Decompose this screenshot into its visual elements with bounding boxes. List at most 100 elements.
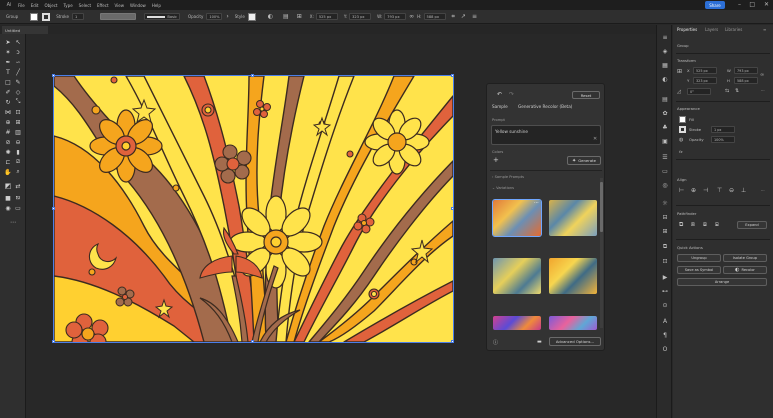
generate-button[interactable]: ✦ Generate [567,156,601,165]
ungroup-button[interactable]: Ungroup [677,254,721,262]
selection-handle-ml[interactable] [52,207,55,210]
blend-tool-icon[interactable]: ⊖ [14,138,22,146]
document-tab[interactable]: Untitled [2,26,48,34]
align-panel-icon[interactable]: ⊟ [661,213,669,221]
properties-icon[interactable]: ≡ [661,33,669,41]
chevron-right-icon[interactable]: › [226,13,228,20]
variable-width-select[interactable] [99,13,136,20]
fill-swatch[interactable] [30,12,39,21]
selection-handle-mr[interactable] [451,207,454,210]
character-icon[interactable]: A [661,317,669,325]
maximize-icon[interactable]: □ [749,1,755,8]
shape-builder-icon[interactable]: ⊕ [4,118,12,126]
screen-mode-icon[interactable]: ▭ [14,204,22,212]
variation-thumbnail[interactable] [493,258,541,294]
opacity-input[interactable]: 100% [206,13,223,20]
none-color-icon[interactable]: ⧅ [14,194,22,202]
share-button[interactable]: Share [705,1,725,9]
menu-view[interactable]: View [115,3,125,8]
symbols-icon[interactable]: ♣ [661,123,669,131]
rotate-tool-icon[interactable]: ↻ [4,98,12,106]
width-tool-icon[interactable]: ⋈ [4,108,12,116]
swap-colors-icon[interactable]: ⇄ [14,182,22,190]
brush-select[interactable]: Basic [143,13,180,20]
gradient-tool-icon[interactable]: ▥ [14,128,22,136]
rectangle-tool-icon[interactable]: □ [4,78,12,86]
navigator-icon[interactable]: ⊙ [661,301,669,309]
line-tool-icon[interactable]: ╱ [14,68,22,76]
menu-edit[interactable]: Edit [31,3,39,8]
align-right-icon[interactable]: ⊣ [703,187,708,194]
brushes-icon[interactable]: ✿ [661,109,669,117]
menu-window[interactable]: Window [130,3,146,8]
history-icon[interactable]: ⊷ [661,287,669,295]
transparency-icon[interactable]: ◎ [661,181,669,189]
type-tool-icon[interactable]: T [4,68,12,76]
align-bottom-icon[interactable]: ⊥ [741,187,746,194]
w-field[interactable]: 793 px [734,67,758,74]
direct-selection-tool-icon[interactable]: ↖ [14,38,22,46]
sample-prompts-toggle[interactable]: › Sample Prompts [492,175,524,179]
variation-thumbnail[interactable] [549,258,597,294]
warp-icon[interactable]: ⌗ [452,13,455,21]
eyedropper-icon[interactable]: ⊘ [4,138,12,146]
flip-horizontal-icon[interactable]: ⇆ [725,88,729,94]
color-mode-icon[interactable]: ■ [4,194,12,202]
advanced-options-button[interactable]: Advanced Options... [549,337,601,346]
link-icon[interactable]: ∞ [409,13,414,20]
stroke-weight-field[interactable]: 1 px [711,126,735,133]
menu-effect[interactable]: Effect [97,3,109,8]
gradient-panel-icon[interactable]: ▭ [661,167,669,175]
graph-tool-icon[interactable]: ▮ [14,148,22,156]
flip-vertical-icon[interactable]: ⇅ [735,88,739,94]
perspective-icon[interactable]: ⊞ [14,118,22,126]
variation-thumbnail[interactable] [549,200,597,236]
play-icon[interactable]: ▶ [661,273,669,281]
shaper-tool-icon[interactable]: ✐ [4,88,12,96]
menu-object[interactable]: Object [44,3,57,8]
prompt-input[interactable]: Yellow sunshine ✕ [491,125,601,145]
folder-icon[interactable]: ▬ [537,339,542,345]
menu-help[interactable]: Help [152,3,161,8]
pathfinder-icon[interactable]: ⧉ [661,243,669,251]
align-center-icon[interactable]: ⊕ [691,187,696,194]
align-left-icon[interactable]: ⊢ [679,187,684,194]
more-transform-icon[interactable]: ⋯ [761,88,765,93]
variations-toggle[interactable]: ⌄ Variations [492,186,514,190]
align-middle-icon[interactable]: ⊖ [729,187,734,194]
hand-tool-icon[interactable]: ✋ [4,168,12,176]
eraser-icon[interactable]: ◇ [14,88,22,96]
menu-type[interactable]: Type [63,3,72,8]
stroke-swatch[interactable] [42,12,51,21]
swatches-icon[interactable]: ▤ [661,95,669,103]
menu-select[interactable]: Select [79,3,91,8]
effects-icon[interactable]: fx [679,149,683,154]
add-color-icon[interactable]: + [493,156,499,164]
y-field[interactable]: 323 px [693,77,717,84]
close-icon[interactable]: ✕ [764,1,769,8]
h-input[interactable]: 588 px [423,13,446,20]
recolor-button[interactable]: ◐ Recolor [723,266,767,274]
x-input[interactable]: 525 px [315,13,338,20]
x-field[interactable]: 525 px [693,67,717,74]
align-icon[interactable]: ▤ [283,13,289,20]
redo-icon[interactable]: ↷ [509,91,514,98]
variations-scrollbar[interactable] [600,178,603,328]
exclude-icon[interactable]: ⧆ [715,221,719,229]
tab-libraries[interactable]: Libraries [725,27,742,32]
tab-properties[interactable]: Properties [677,27,697,32]
paragraph-icon[interactable]: ¶ [661,331,669,339]
layers-icon[interactable]: ◈ [661,47,669,55]
h-field[interactable]: 588 px [734,77,758,84]
scale-tool-icon[interactable]: ⤡ [14,98,22,106]
align-top-icon[interactable]: ⊤ [717,187,722,194]
transform-icon[interactable]: ⊞ [297,13,302,20]
fill-stroke-icon[interactable]: ◩ [4,182,12,190]
isolate-group-button[interactable]: Isolate Group [723,254,767,262]
panel-menu-icon[interactable]: ≡ [763,27,766,32]
links-icon[interactable]: ⊡ [661,257,669,265]
y-input[interactable]: 323 px [349,13,372,20]
minimize-icon[interactable]: – [738,1,741,8]
stroke-weight-input[interactable]: 1 [71,13,84,20]
scrollbar-thumb[interactable] [600,182,603,232]
